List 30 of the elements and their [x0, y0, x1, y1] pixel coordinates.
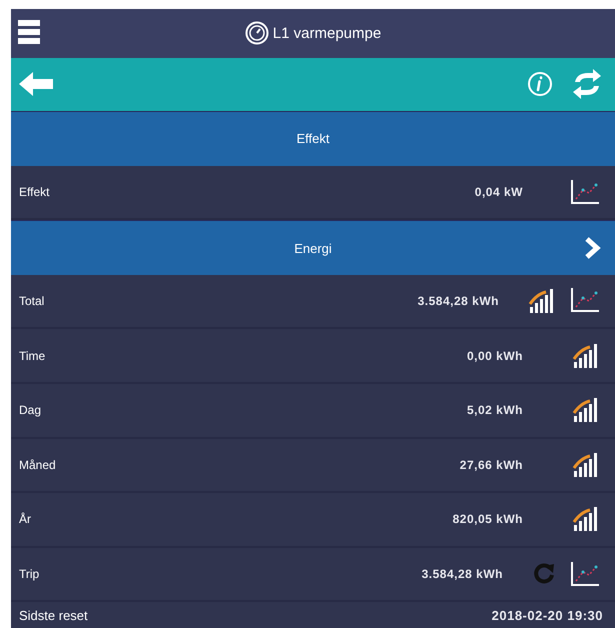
info-icon[interactable]: [527, 71, 553, 98]
row-value: 0,04 kW: [474, 185, 523, 199]
chevron-right-icon[interactable]: [585, 237, 601, 260]
row-value: 3.584,28 kWh: [422, 566, 503, 581]
footer-label: Sidste reset: [19, 608, 88, 623]
section-title: Effekt: [296, 131, 330, 146]
page-title: L1 varmepumpe: [272, 24, 382, 42]
row-value: 27,66 kWh: [460, 458, 523, 472]
gauge-icon: [244, 21, 269, 46]
line-chart-icon[interactable]: [569, 286, 601, 314]
row-label: Måned: [19, 458, 56, 472]
menu-icon[interactable]: [18, 19, 40, 45]
row-value: 5,02 kWh: [466, 403, 523, 418]
sync-icon[interactable]: [571, 69, 603, 100]
row-value: 3.584,28 kWh: [418, 294, 499, 308]
line-chart-icon[interactable]: [569, 560, 601, 588]
row-value: 0,00 kWh: [466, 348, 523, 363]
row-value: 820,05 kWh: [452, 512, 523, 526]
back-arrow-icon[interactable]: [19, 71, 55, 98]
section-title: Energi: [294, 240, 332, 256]
row-label: Dag: [19, 403, 42, 418]
section-header[interactable]: Energi: [11, 220, 615, 275]
row-label: Total: [19, 294, 44, 308]
row-label: Effekt: [19, 185, 50, 199]
section-header[interactable]: Effekt: [11, 111, 615, 166]
footer-value: 2018-02-20 19:30: [492, 608, 603, 623]
row-label: År: [19, 512, 31, 526]
row-label: Trip: [19, 566, 40, 581]
line-chart-icon[interactable]: [569, 178, 601, 206]
row-label: Time: [19, 348, 46, 363]
